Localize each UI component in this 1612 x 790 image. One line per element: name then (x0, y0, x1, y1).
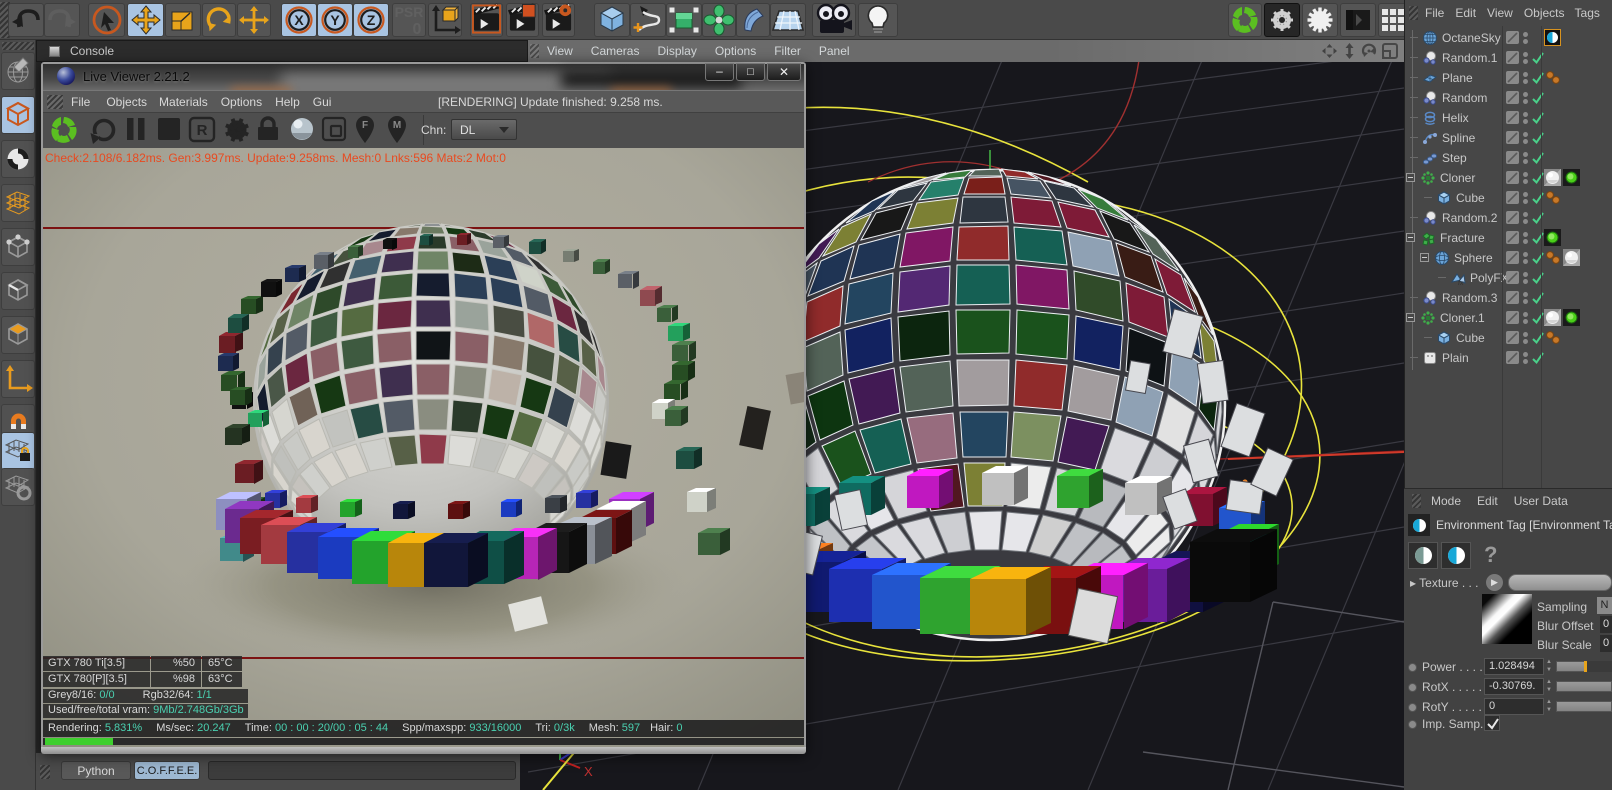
svg-text:Y: Y (330, 12, 340, 28)
svg-text:X: X (294, 12, 304, 28)
svg-text:Z: Z (367, 12, 376, 28)
svg-text:0: 0 (413, 21, 422, 36)
svg-text:fx: fx (1458, 280, 1464, 286)
svg-text:PSR: PSR (395, 4, 424, 20)
svg-text:M: M (393, 120, 401, 131)
svg-text:R: R (197, 122, 208, 139)
svg-text:X: X (584, 764, 593, 779)
svg-text:F: F (362, 120, 368, 131)
